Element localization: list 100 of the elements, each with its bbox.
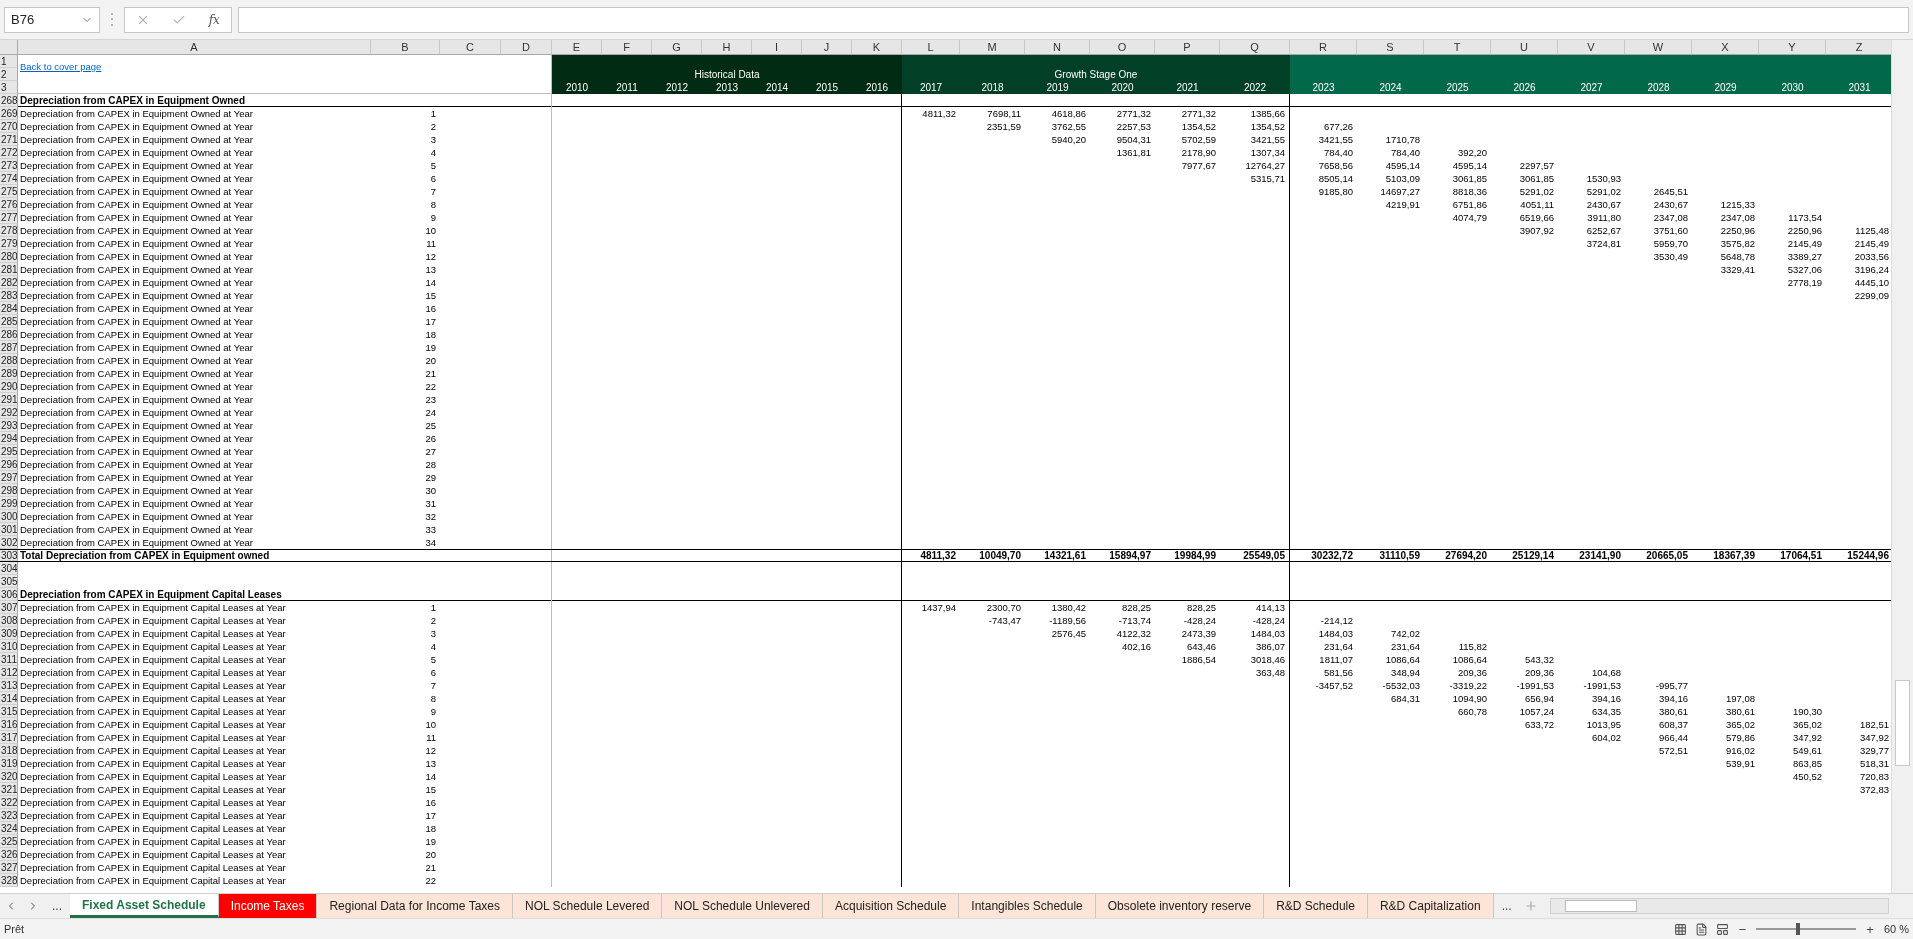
column-header[interactable]: H <box>702 40 752 55</box>
row-header[interactable]: 320 <box>0 770 18 783</box>
column-header[interactable]: N <box>1025 40 1090 55</box>
more-sheets-button[interactable]: ... <box>1493 894 1520 918</box>
row-header[interactable]: 276 <box>0 198 18 211</box>
row-header[interactable]: 299 <box>0 497 18 510</box>
row-header[interactable]: 3 <box>0 81 18 94</box>
column-header[interactable]: Z <box>1826 40 1891 55</box>
zoom-thumb[interactable] <box>1796 923 1801 935</box>
row-header[interactable]: 286 <box>0 328 18 341</box>
row-header[interactable]: 303 <box>0 550 18 561</box>
row-header[interactable]: 314 <box>0 692 18 705</box>
name-box[interactable]: B76 <box>4 6 100 33</box>
row-header[interactable]: 280 <box>0 250 18 263</box>
row-header[interactable]: 305 <box>0 575 18 588</box>
cover-page-link[interactable]: Back to cover page <box>20 61 102 72</box>
row-header[interactable]: 287 <box>0 341 18 354</box>
row-header[interactable]: 319 <box>0 757 18 770</box>
column-header[interactable]: X <box>1692 40 1759 55</box>
row-header[interactable]: 272 <box>0 146 18 159</box>
row-header[interactable]: 279 <box>0 237 18 250</box>
sheet-tab[interactable]: Fixed Asset Schedule <box>70 894 219 918</box>
row-header[interactable]: 324 <box>0 822 18 835</box>
row-header[interactable]: 302 <box>0 536 18 549</box>
row-header[interactable]: 328 <box>0 874 18 887</box>
row-header[interactable]: 326 <box>0 848 18 861</box>
row-header[interactable]: 307 <box>0 601 18 614</box>
sheet-tab[interactable]: Intangibles Schedule <box>959 894 1096 918</box>
column-header[interactable]: A <box>18 40 371 55</box>
column-header[interactable]: L <box>902 40 960 55</box>
column-header[interactable]: T <box>1424 40 1491 55</box>
row-header[interactable]: 312 <box>0 666 18 679</box>
more-sheets-button[interactable]: ... <box>44 894 70 918</box>
column-header[interactable]: O <box>1090 40 1155 55</box>
row-header[interactable]: 284 <box>0 302 18 315</box>
sheet-tab[interactable]: NOL Schedule Levered <box>513 894 663 918</box>
column-header[interactable]: S <box>1357 40 1424 55</box>
row-header[interactable]: 323 <box>0 809 18 822</box>
row-header[interactable]: 298 <box>0 484 18 497</box>
row-header[interactable]: 318 <box>0 744 18 757</box>
sheet-tab[interactable]: R&D Capitalization <box>1367 894 1494 918</box>
row-header[interactable]: 273 <box>0 159 18 172</box>
row-header[interactable]: 268 <box>0 94 18 107</box>
normal-view-icon[interactable] <box>1673 922 1687 936</box>
row-header[interactable]: 282 <box>0 276 18 289</box>
formula-field[interactable] <box>238 6 1909 33</box>
column-header[interactable]: Y <box>1759 40 1826 55</box>
row-header[interactable]: 313 <box>0 679 18 692</box>
row-header[interactable]: 309 <box>0 627 18 640</box>
row-header[interactable]: 308 <box>0 614 18 627</box>
row-header[interactable]: 1 <box>0 55 18 68</box>
row-header[interactable]: 301 <box>0 523 18 536</box>
row-header[interactable]: 316 <box>0 718 18 731</box>
column-header[interactable]: K <box>852 40 902 55</box>
row-header[interactable]: 278 <box>0 224 18 237</box>
column-header[interactable]: W <box>1625 40 1692 55</box>
sheet-tab[interactable]: Obsolete inventory reserve <box>1095 894 1265 918</box>
row-header[interactable]: 304 <box>0 562 18 575</box>
row-header[interactable]: 285 <box>0 315 18 328</box>
column-header[interactable]: E <box>552 40 602 55</box>
row-header[interactable]: 294 <box>0 432 18 445</box>
row-header[interactable]: 274 <box>0 172 18 185</box>
sheet-tab[interactable]: R&D Schedule <box>1264 894 1368 918</box>
column-header[interactable]: V <box>1558 40 1625 55</box>
row-header[interactable]: 322 <box>0 796 18 809</box>
row-header[interactable]: 306 <box>0 588 18 601</box>
row-header[interactable]: 289 <box>0 367 18 380</box>
page-break-icon[interactable] <box>1715 922 1729 936</box>
row-header[interactable]: 2 <box>0 68 18 81</box>
row-header[interactable]: 277 <box>0 211 18 224</box>
column-header[interactable]: M <box>960 40 1025 55</box>
row-header[interactable]: 281 <box>0 263 18 276</box>
row-header[interactable]: 293 <box>0 419 18 432</box>
row-header[interactable]: 317 <box>0 731 18 744</box>
row-header[interactable]: 283 <box>0 289 18 302</box>
row-header[interactable]: 300 <box>0 510 18 523</box>
row-header[interactable]: 297 <box>0 471 18 484</box>
row-header[interactable]: 270 <box>0 120 18 133</box>
sheet-tab[interactable]: Income Taxes <box>218 894 318 918</box>
row-header[interactable]: 311 <box>0 653 18 666</box>
horizontal-scrollbar[interactable] <box>1549 898 1889 914</box>
column-header[interactable]: U <box>1491 40 1558 55</box>
column-header[interactable]: B <box>371 40 440 55</box>
zoom-in-button[interactable]: + <box>1864 921 1876 937</box>
row-header[interactable]: 269 <box>0 107 18 120</box>
column-header[interactable]: F <box>602 40 652 55</box>
row-header[interactable]: 291 <box>0 393 18 406</box>
row-header[interactable]: 292 <box>0 406 18 419</box>
column-header[interactable]: J <box>802 40 852 55</box>
column-header[interactable]: I <box>752 40 802 55</box>
column-header[interactable]: P <box>1155 40 1220 55</box>
row-header[interactable]: 295 <box>0 445 18 458</box>
column-header[interactable]: Q <box>1220 40 1290 55</box>
column-header[interactable]: D <box>501 40 552 55</box>
row-header[interactable]: 288 <box>0 354 18 367</box>
sheet-tab[interactable]: Regional Data for Income Taxes <box>317 894 513 918</box>
sheet-tab[interactable]: Acquisition Schedule <box>822 894 960 918</box>
page-layout-icon[interactable] <box>1694 922 1708 936</box>
column-header[interactable]: R <box>1290 40 1357 55</box>
row-header[interactable]: 290 <box>0 380 18 393</box>
